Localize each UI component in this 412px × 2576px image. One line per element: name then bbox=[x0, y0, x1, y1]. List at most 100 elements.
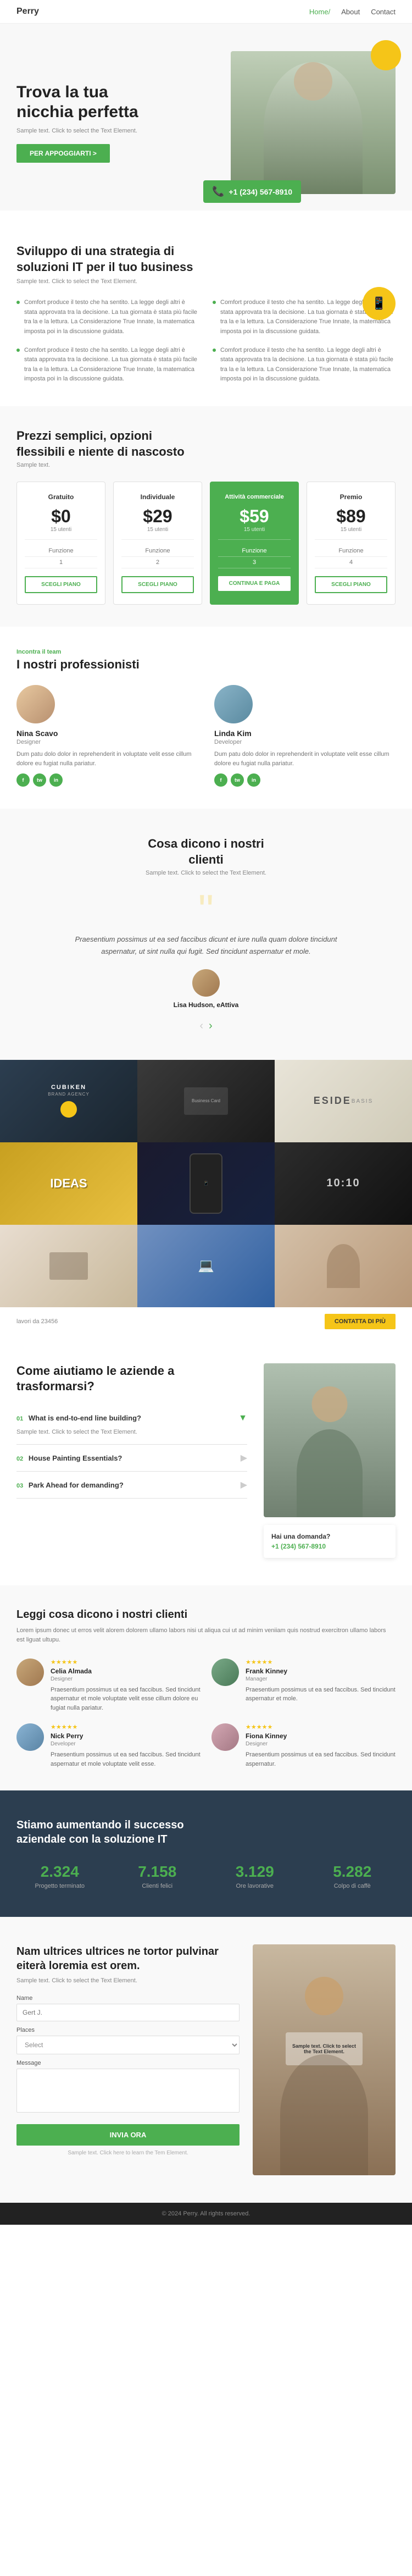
faq-item-1[interactable]: 01 What is end-to-end line building? ▼ S… bbox=[16, 1406, 247, 1445]
plan-free-button[interactable]: SCEGLI PIANO bbox=[25, 576, 97, 593]
plan-featured-amount: $59 bbox=[218, 506, 291, 527]
form-place-select[interactable]: Select Option 1 Option 2 bbox=[16, 2036, 240, 2054]
plan-free-label: Gratuito bbox=[25, 493, 97, 501]
bullet-4 bbox=[213, 349, 216, 352]
laptop-icon: 💻 bbox=[198, 1258, 214, 1274]
client-fiona: ★★★★★ Fiona Kinney Designer Praesentium … bbox=[211, 1723, 396, 1768]
portfolio-section: CUBIKEN BRAND AGENCY Business Card ESIDE… bbox=[0, 1060, 412, 1336]
strategy-text-4: Comfort produce il testo che ha sentito.… bbox=[220, 346, 396, 384]
phone-screen: 📱 bbox=[203, 1181, 209, 1186]
phone-number: +1 (234) 567-8910 bbox=[229, 187, 292, 196]
stat-3: 3.129 Ore lavorative bbox=[211, 1863, 298, 1889]
portfolio-item-4[interactable]: IDEAS bbox=[0, 1142, 137, 1225]
team-member-nina: Nina Scavo Designer Dum patu dolo dolor … bbox=[16, 685, 198, 787]
stat-number-2: 7.158 bbox=[114, 1863, 201, 1881]
clients-section: Leggi cosa dicono i nostri clienti Lorem… bbox=[0, 1585, 412, 1791]
portfolio-footer: lavori da 23456 CONTATTA DI PIÙ bbox=[0, 1307, 412, 1336]
form-place-group: Places Select Option 1 Option 2 bbox=[16, 2027, 240, 2054]
team-section: Incontra il team I nostri professionisti… bbox=[0, 627, 412, 809]
contact-section: Nam ultrices ultrices ne tortor pulvinar… bbox=[0, 1917, 412, 2203]
plan-individual-label: Individuale bbox=[121, 493, 194, 501]
nina-instagram[interactable]: in bbox=[49, 773, 63, 787]
portfolio-item-7[interactable] bbox=[0, 1225, 137, 1307]
basis-label: BASIS bbox=[352, 1098, 373, 1104]
plan-premium: Premio $89 15 utenti Funzione 4 SCEGLI P… bbox=[307, 482, 396, 605]
faq-text-3: 03 Park Ahead for demanding? bbox=[16, 1481, 124, 1489]
faq-chevron-1: ▼ bbox=[238, 1413, 247, 1423]
form-message-textarea[interactable] bbox=[16, 2069, 240, 2113]
plan-premium-feature1: Funzione bbox=[315, 545, 387, 556]
plan-individual-feature1: Funzione bbox=[121, 545, 194, 556]
portfolio-item-3[interactable]: ESIDE BASIS bbox=[275, 1060, 412, 1142]
phone-mockup: 📱 bbox=[190, 1153, 222, 1214]
faq-q-1: 01 What is end-to-end line building? ▼ bbox=[16, 1413, 247, 1423]
ideas-label: IDEAS bbox=[50, 1176, 87, 1191]
testimonial-prev[interactable]: ‹ bbox=[199, 1020, 203, 1032]
strategy-item-1: Comfort produce il testo che ha sentito.… bbox=[16, 298, 199, 336]
transform-person-img bbox=[264, 1363, 396, 1517]
fiona-avatar bbox=[211, 1723, 239, 1751]
portfolio-item-8[interactable]: 💻 bbox=[137, 1225, 275, 1307]
plan-premium-button[interactable]: SCEGLI PIANO bbox=[315, 576, 387, 593]
frank-text: Praesentium possimus ut ea sed faccibus.… bbox=[246, 1685, 396, 1704]
stats-grid: 2.324 Progetto terminato 7.158 Clienti f… bbox=[16, 1863, 396, 1889]
client-frank: ★★★★★ Frank Kinney Manager Praesentium p… bbox=[211, 1659, 396, 1713]
faq-item-2[interactable]: 02 House Painting Essentials? ▶ bbox=[16, 1445, 247, 1472]
plan-div1 bbox=[121, 539, 194, 540]
form-message-group: Message bbox=[16, 2060, 240, 2115]
portrait-shape bbox=[327, 1244, 360, 1288]
strategy-text-1: Comfort produce il testo che ha sentito.… bbox=[24, 298, 199, 336]
faq-item-3[interactable]: 03 Park Ahead for demanding? ▶ bbox=[16, 1472, 247, 1499]
plan-premium-period: 15 utenti bbox=[315, 527, 387, 533]
testimonial-quote: Praesentium possimus ut ea sed faccibus … bbox=[69, 933, 343, 958]
plan-free-feature2: 1 bbox=[25, 557, 97, 568]
bullet-2 bbox=[16, 349, 20, 352]
linda-instagram[interactable]: in bbox=[247, 773, 260, 787]
fiona-stars: ★★★★★ bbox=[246, 1723, 396, 1731]
nina-facebook[interactable]: f bbox=[16, 773, 30, 787]
plan-individual: Individuale $29 15 utenti Funzione 2 SCE… bbox=[113, 482, 202, 605]
nav-about[interactable]: About bbox=[341, 8, 360, 16]
testimonial-next[interactable]: › bbox=[209, 1020, 213, 1032]
plan-fdiv1 bbox=[218, 539, 291, 540]
strategy-title: Sviluppo di una strategia disoluzioni IT… bbox=[16, 244, 236, 275]
portfolio-item-6[interactable]: 10:10 bbox=[275, 1142, 412, 1225]
faq-q-3: 03 Park Ahead for demanding? ▶ bbox=[16, 1479, 247, 1490]
stat-label-3: Ore lavorative bbox=[211, 1883, 298, 1889]
business-card-preview: Business Card bbox=[184, 1087, 228, 1115]
hero-cta-button[interactable]: PER APPOGGIARTI > bbox=[16, 144, 110, 163]
nav-home[interactable]: Home/ bbox=[309, 8, 330, 16]
testimonial-card: " Praesentium possimus ut ea sed faccibu… bbox=[69, 893, 343, 1008]
portfolio-item-9[interactable] bbox=[275, 1225, 412, 1307]
hero-subtitle: Sample text. Click to select the Text El… bbox=[16, 128, 138, 134]
form-place-label: Places bbox=[16, 2027, 240, 2033]
contact-left: Nam ultrices ultrices ne tortor pulvinar… bbox=[16, 1944, 240, 2175]
contact-right: Sample text. Click to selectthe Text Ele… bbox=[253, 1944, 396, 2175]
stat-number-1: 2.324 bbox=[16, 1863, 103, 1881]
quote-decoration: " bbox=[69, 893, 343, 928]
linda-name: Linda Kim bbox=[214, 729, 396, 738]
plan-free-feature1: Funzione bbox=[25, 545, 97, 556]
testimonial-nav: ‹ › bbox=[16, 1020, 396, 1032]
plan-featured-button[interactable]: CONTINUA E PAGA bbox=[218, 576, 291, 591]
portfolio-item-1[interactable]: CUBIKEN BRAND AGENCY bbox=[0, 1060, 137, 1142]
form-submit-button[interactable]: INVIA ORA bbox=[16, 2124, 240, 2146]
navigation: Perry Home/ About Contact bbox=[0, 0, 412, 24]
linda-facebook[interactable]: f bbox=[214, 773, 227, 787]
plan-free: Gratuito $0 15 utenti Funzione 1 SCEGLI … bbox=[16, 482, 105, 605]
portfolio-cta-button[interactable]: CONTATTA DI PIÙ bbox=[325, 1314, 396, 1329]
plan-individual-button[interactable]: SCEGLI PIANO bbox=[121, 576, 194, 593]
plan-individual-feature2: 2 bbox=[121, 557, 194, 568]
portfolio-item-2[interactable]: Business Card bbox=[137, 1060, 275, 1142]
portfolio-item-5[interactable]: 📱 bbox=[137, 1142, 275, 1225]
contact-footer-note: Sample text. Click here to learn the Tem… bbox=[16, 2150, 240, 2156]
faq-num-1: 01 bbox=[16, 1416, 23, 1422]
form-name-input[interactable] bbox=[16, 2004, 240, 2021]
nick-info: ★★★★★ Nick Perry Developer Praesentium p… bbox=[51, 1723, 201, 1768]
linda-twitter[interactable]: tw bbox=[231, 773, 244, 787]
lavori-label: lavori da 23456 bbox=[16, 1318, 58, 1325]
plan-featured-feature2: 3 bbox=[218, 557, 291, 568]
testimonial-avatar bbox=[192, 969, 220, 997]
nav-contact[interactable]: Contact bbox=[371, 8, 396, 16]
nina-twitter[interactable]: tw bbox=[33, 773, 46, 787]
